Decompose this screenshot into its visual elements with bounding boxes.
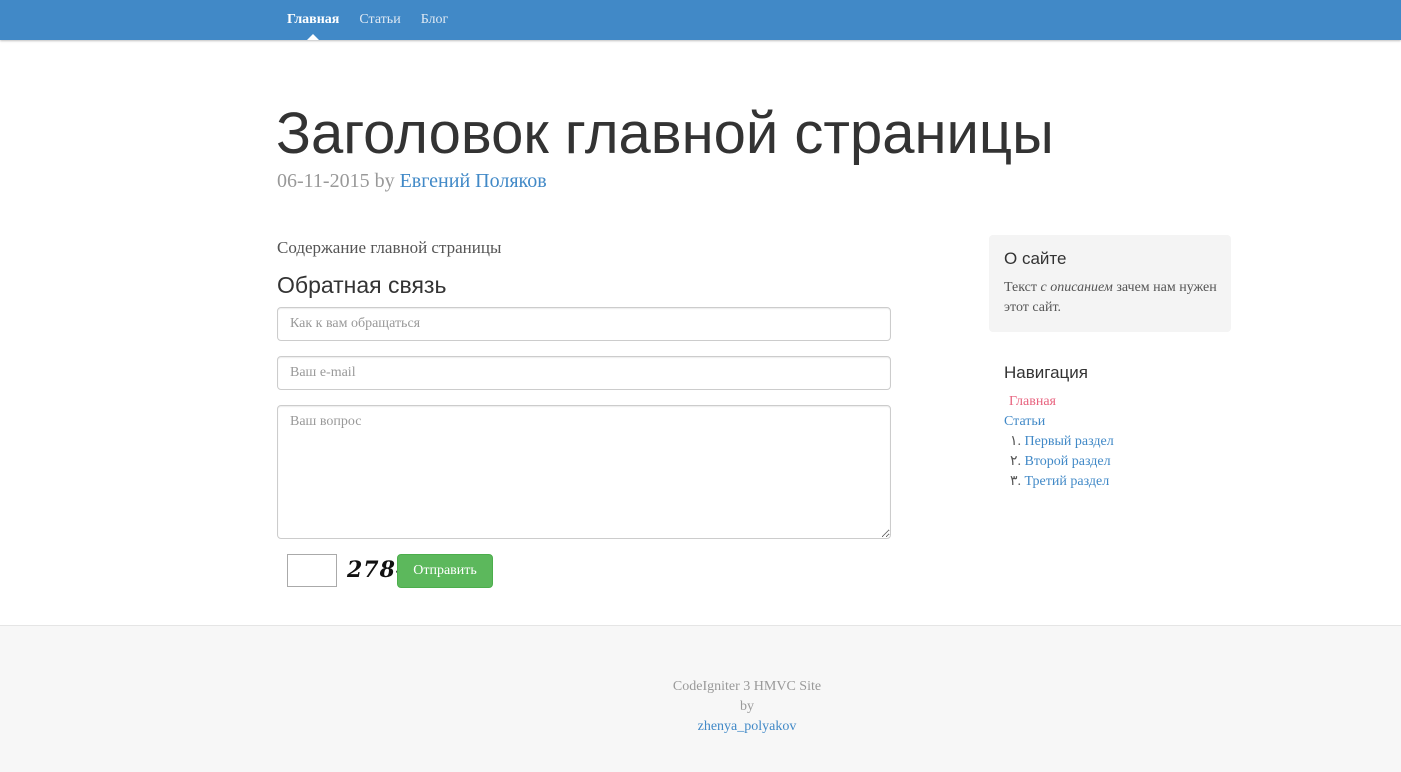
section-link[interactable]: Третий раздел <box>1025 474 1110 489</box>
about-panel: О сайте Текст с описанием зачем нам нуже… <box>989 235 1231 332</box>
nav-links: Главная Статьи Блог <box>277 0 458 40</box>
footer-site: CodeIgniter 3 HMVC Site <box>672 679 822 694</box>
side-nav-articles[interactable]: Статьи <box>1004 412 1045 432</box>
section-link[interactable]: Первый раздел <box>1025 434 1114 449</box>
submit-button[interactable]: Отправить <box>397 554 493 588</box>
post-date: 06-11-2015 <box>277 170 370 192</box>
email-input[interactable] <box>277 356 891 390</box>
author-link[interactable]: Евгений Поляков <box>400 170 547 192</box>
side-nav-section-3: ٣. Третий раздел <box>1010 472 1109 492</box>
footer-author-link[interactable]: zhenya_polyakov <box>698 719 797 734</box>
about-text-start: Текст <box>1004 280 1041 295</box>
section-number: ١. <box>1010 434 1022 449</box>
side-nav-section-2: ٢. Второй раздел <box>1010 452 1111 472</box>
feedback-title: Обратная связь <box>277 272 447 298</box>
side-nav-home[interactable]: Главная <box>1009 392 1056 412</box>
about-text: Текст с описанием зачем нам нужен этот с… <box>1004 278 1219 318</box>
captcha-input[interactable] <box>287 554 337 587</box>
post-by: by <box>374 170 395 192</box>
side-nav-section-1: ١. Первый раздел <box>1010 432 1114 452</box>
page-title: Заголовок главной страницы <box>276 101 1054 166</box>
top-navbar: Главная Статьи Блог <box>0 0 1401 40</box>
section-number: ٢. <box>1010 454 1022 469</box>
nav-item-home[interactable]: Главная <box>277 0 349 40</box>
about-title: О сайте <box>1004 249 1067 268</box>
navigation-title: Навигация <box>1004 363 1088 382</box>
footer-author: zhenya_polyakov <box>0 717 1401 737</box>
footer: CodeIgniter 3 HMVC Site by zhenya_polyak… <box>0 625 1401 772</box>
section-link[interactable]: Второй раздел <box>1025 454 1111 469</box>
nav-item-articles[interactable]: Статьи <box>349 0 410 40</box>
footer-by: by <box>740 699 754 714</box>
question-textarea[interactable] <box>277 405 891 539</box>
page-content: Содержание главной страницы <box>277 238 502 257</box>
about-text-emphasis: с описанием <box>1040 280 1113 295</box>
section-number: ٣. <box>1010 474 1022 489</box>
name-input[interactable] <box>277 307 891 341</box>
post-meta: 06-11-2015 by Евгений Поляков <box>277 168 547 194</box>
nav-item-blog[interactable]: Блог <box>411 0 459 40</box>
